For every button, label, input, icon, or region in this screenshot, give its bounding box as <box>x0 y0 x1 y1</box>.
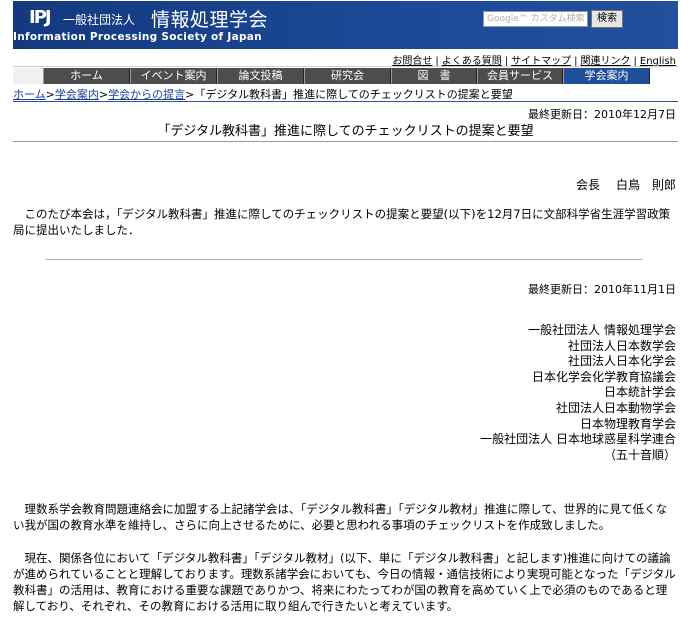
body-paragraph-1: 理数系学会教育問題連絡会に加盟する上記諸学会は、「デジタル教科書」「デジタル教材… <box>13 502 668 532</box>
society-item: 日本化学会化学教育協議会 <box>531 369 676 384</box>
nav-home[interactable]: ホーム <box>43 68 130 84</box>
org-type-label: 一般社団法人 <box>63 13 136 27</box>
president-signature: 会長 白鳥 則郎 <box>576 176 676 193</box>
breadcrumb-current: 「デジタル教科書」推進に際してのチェックリストの提案と要望 <box>194 88 513 101</box>
page-title: 「デジタル教科書」推進に際してのチェックリストの提案と要望 <box>13 120 678 142</box>
society-item: 日本物理教育学会 <box>579 416 676 431</box>
breadcrumb-proposals[interactable]: 学会からの提言 <box>108 88 185 101</box>
search-input[interactable]: Google™ カスタム検索 <box>483 11 588 27</box>
nav-library[interactable]: 図 書 <box>391 68 477 84</box>
breadcrumb: ホーム>学会案内>学会からの提言>「デジタル教科書」推進に際してのチェックリスト… <box>13 86 678 102</box>
nav-member-services[interactable]: 会員サービス <box>477 68 563 84</box>
nav-sig[interactable]: 研究会 <box>304 68 391 84</box>
search-button[interactable]: 検索 <box>591 10 623 28</box>
intro-paragraph: このたび本会は，「デジタル教科書」推進に際してのチェックリストの提案と要望(以下… <box>13 207 671 237</box>
society-item: 一般社団法人 情報処理学会 <box>528 323 676 337</box>
society-item: 社団法人日本化学会 <box>567 354 676 369</box>
nav-submission[interactable]: 論文投稿 <box>217 68 304 84</box>
breadcrumb-separator: > <box>45 88 55 101</box>
nav-about[interactable]: 学会案内 <box>563 68 650 84</box>
last-updated-2: 最終更新日：2010年11月1日 <box>528 283 676 296</box>
society-item: 社団法人日本動物学会 <box>555 400 676 415</box>
nav-events[interactable]: イベント案内 <box>130 68 217 84</box>
section-divider <box>46 259 642 260</box>
body-paragraph-2: 現在、関係各位において「デジタル教科書」「デジタル教材」(以下、単に「デジタル教… <box>13 551 676 613</box>
main-nav: ホーム イベント案内 論文投稿 研究会 図 書 会員サービス 学会案内 <box>13 66 678 85</box>
society-list: 一般社団法人 情報処理学会 社団法人日本数学会 社団法人日本化学会 日本化学会化… <box>480 323 676 463</box>
president-name: 白鳥 則郎 <box>615 178 676 192</box>
org-name-en: Information Processing Society of Japan <box>13 31 262 43</box>
breadcrumb-about[interactable]: 学会案内 <box>55 88 99 101</box>
site-header: IPJ 一般社団法人 情報処理学会 Information Processing… <box>13 1 678 49</box>
society-order-note: （五十音順） <box>603 447 676 462</box>
society-item: 一般社団法人 日本地球惑星科学連合 <box>480 432 676 447</box>
org-name[interactable]: 情報処理学会 <box>151 5 268 32</box>
breadcrumb-home[interactable]: ホーム <box>13 88 46 101</box>
society-item: 社団法人日本数学会 <box>567 338 676 353</box>
ipsj-logo[interactable]: IPJ <box>29 7 52 28</box>
utility-links: お問合せ | よくある質問 | サイトマップ | 関連リンク | English <box>392 56 676 67</box>
president-title: 会長 <box>575 178 600 192</box>
society-item: 日本統計学会 <box>603 385 676 400</box>
breadcrumb-separator: > <box>98 88 109 101</box>
breadcrumb-separator: > <box>185 88 195 101</box>
nav-left-cap <box>13 68 43 84</box>
